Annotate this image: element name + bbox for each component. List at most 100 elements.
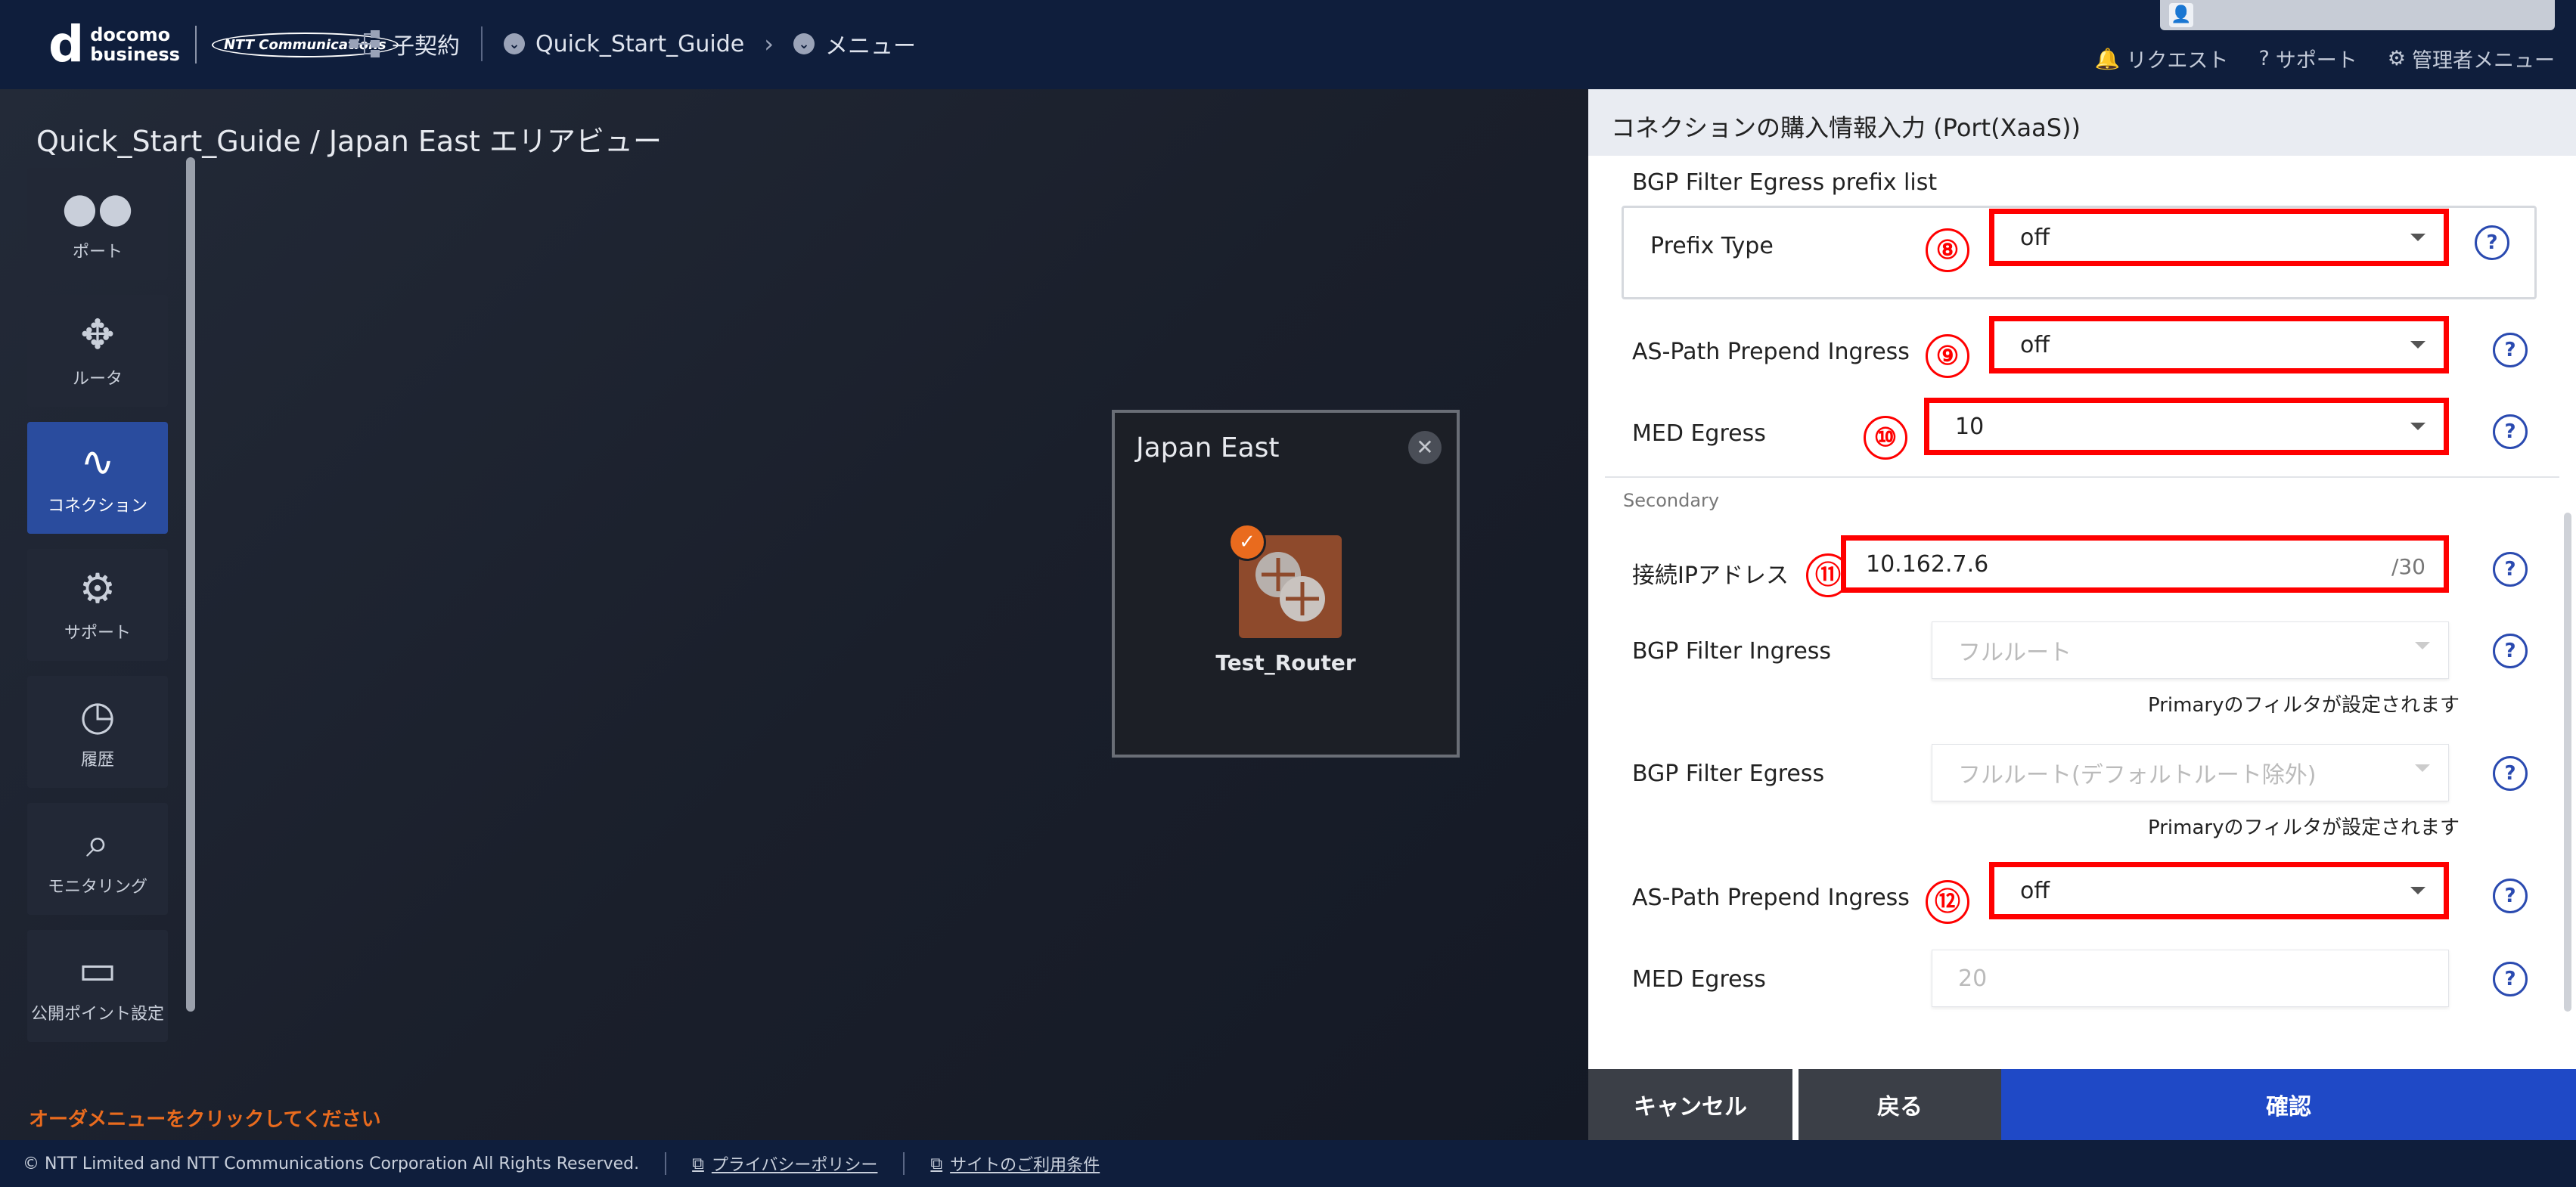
user-menu[interactable]: 👤 [2160,0,2555,30]
nav-menu[interactable]: ⌄ メニュー [793,27,916,60]
help-icon[interactable]: ? [2493,879,2528,913]
chevron-down-icon [2415,764,2430,772]
order-hint: オーダメニューをクリックしてください [29,1108,381,1131]
external-link-icon: ⧉ [692,1154,704,1173]
help-icon[interactable]: ? [2493,552,2528,587]
port-icon: ●● [61,184,134,231]
chevron-down-icon [2410,234,2425,241]
sidebar-item-label: 公開ポイント設定 [30,1005,164,1024]
prefix-type-label: Prefix Type [1650,233,1774,259]
top-header: d docomo business NTT Communications 子契約… [0,0,2576,89]
chevron-down-icon [2410,341,2425,349]
sidebar-item-label: ポート [72,243,123,262]
bgp-egress-prefix-title: BGP Filter Egress prefix list [1632,169,1938,196]
nav-guide-label: Quick_Start_Guide [535,30,745,57]
as-path-ingress-label: AS-Path Prepend Ingress [1632,339,1910,365]
marker-10: ⑩ [1864,416,1907,460]
bgp-ingress-note: Primaryのフィルタが設定されます [2148,694,2460,717]
nav-guide[interactable]: ⌄ Quick_Start_Guide [504,31,744,57]
close-icon[interactable]: ✕ [1408,431,1442,464]
gear-icon: ⚙ [2387,47,2406,70]
sidebar-item-monitoring[interactable]: ⌕ モニタリング [27,803,168,915]
prefix-type-select[interactable]: off [1989,209,2449,266]
question-circle-icon: ? [2258,47,2270,70]
med-egress-label: MED Egress [1632,420,1766,447]
panel-scrollbar[interactable] [2564,513,2571,1012]
monitor-icon: ▭ [78,946,117,993]
header-nav: 子契約 ⌄ Quick_Start_Guide › ⌄ メニュー [348,23,916,65]
chart-search-icon: ⌕ [85,819,110,866]
external-link-icon: ⧉ [930,1154,943,1173]
as-path-ingress-select[interactable]: off [1989,316,2449,373]
logo-mark: d [48,15,85,73]
sidebar-item-router[interactable]: ✥ ルータ [27,295,168,407]
chevron-down-icon [2415,642,2430,649]
confirm-button[interactable]: 確認 [2001,1069,2576,1140]
logo-separator [194,26,197,64]
footer-divider [903,1152,905,1175]
chevron-down-icon [2410,423,2425,430]
router-node[interactable]: ✓ [1228,523,1342,638]
sidebar-scrollbar[interactable] [186,157,195,1012]
chevron-down-icon [2410,887,2425,894]
sidebar-item-label: モニタリング [47,878,147,897]
bgp-egress-select: フルルート(デフォルトルート除外) [1932,744,2449,801]
area-card[interactable]: Japan East ✕ ✓ Test_Router [1112,410,1460,758]
chevron-down-circle-icon: ⌄ [793,33,815,54]
help-icon[interactable]: ? [2493,962,2528,996]
router-icon: ✥ [80,311,115,358]
panel-header: コネクションの購入情報入力 (Port(XaaS)) [1588,89,2576,156]
as-path-ingress2-select[interactable]: off [1989,862,2449,919]
help-icon[interactable]: ? [2493,634,2528,668]
nav-contract-label: 子契約 [392,33,460,60]
med-egress-select[interactable]: 10 [1924,398,2449,455]
sidebar-item-port[interactable]: ●● ポート [27,168,168,280]
help-icon[interactable]: ? [2493,414,2528,449]
admin-menu-link[interactable]: ⚙ 管理者メニュー [2388,44,2555,73]
hierarchy-icon [349,30,380,57]
help-icon[interactable]: ? [2475,225,2509,260]
ip-prefix-suffix: /30 [2391,554,2425,579]
chevron-right-icon: › [764,29,774,58]
med-egress2-label: MED Egress [1632,966,1766,993]
section-divider [1605,476,2559,478]
help-icon[interactable]: ? [2493,756,2528,791]
sidebar-item-public-point[interactable]: ▭ 公開ポイント設定 [27,930,168,1042]
bgp-ingress-select: フルルート [1932,621,2449,679]
marker-12: ⑫ [1926,880,1969,924]
support-link[interactable]: ? サポート [2258,44,2357,73]
ip-address-input[interactable]: 10.162.7.6 /30 [1841,535,2449,593]
user-icon: 👤 [2169,3,2193,27]
sidebar-item-label: ルータ [72,370,123,389]
sidebar-item-history[interactable]: ◷ 履歴 [27,676,168,788]
action-bar: キャンセル 戻る 確認 [1588,1069,2576,1140]
connection-form: BGP Filter Egress prefix list Prefix Typ… [1605,156,2559,1025]
as-path-ingress2-label: AS-Path Prepend Ingress [1632,885,1910,911]
logo-wordmark: docomo business [90,24,180,65]
secondary-label: Secondary [1623,490,1720,511]
area-title: Japan East [1136,432,1280,463]
sidebar-item-connection[interactable]: ∿ コネクション [27,422,168,534]
terms-link[interactable]: ⧉ サイトのご利用条件 [930,1151,1100,1176]
clock-list-icon: ◷ [79,692,116,739]
page-breadcrumb: Quick_Start_Guide / Japan East エリアビュー [36,125,662,158]
sidebar-item-support[interactable]: ⚙ サポート [27,549,168,661]
sidebar-item-label: 履歴 [80,751,114,770]
bell-icon: 🔔 [2094,47,2121,71]
nav-menu-label: メニュー [825,33,917,60]
docomo-business-logo[interactable]: d docomo business NTT Communications [48,20,399,70]
nav-divider [481,26,483,61]
chevron-down-circle-icon: ⌄ [504,33,525,54]
privacy-link[interactable]: ⧉ プライバシーポリシー [692,1151,877,1176]
nav-contract[interactable]: 子契約 [348,27,460,60]
request-link[interactable]: 🔔 リクエスト [2095,44,2229,73]
footer: © NTT Limited and NTT Communications Cor… [0,1140,2576,1187]
router-name: Test_Router [1215,650,1356,675]
help-icon[interactable]: ? [2493,333,2528,367]
sidebar-item-label: サポート [64,624,131,643]
back-button[interactable]: 戻る [1799,1069,2001,1140]
cancel-button[interactable]: キャンセル [1588,1069,1792,1140]
copyright: © NTT Limited and NTT Communications Cor… [23,1154,640,1173]
header-links: 🔔 リクエスト ? サポート ⚙ 管理者メニュー [2095,44,2555,73]
marker-9: ⑨ [1926,334,1969,378]
